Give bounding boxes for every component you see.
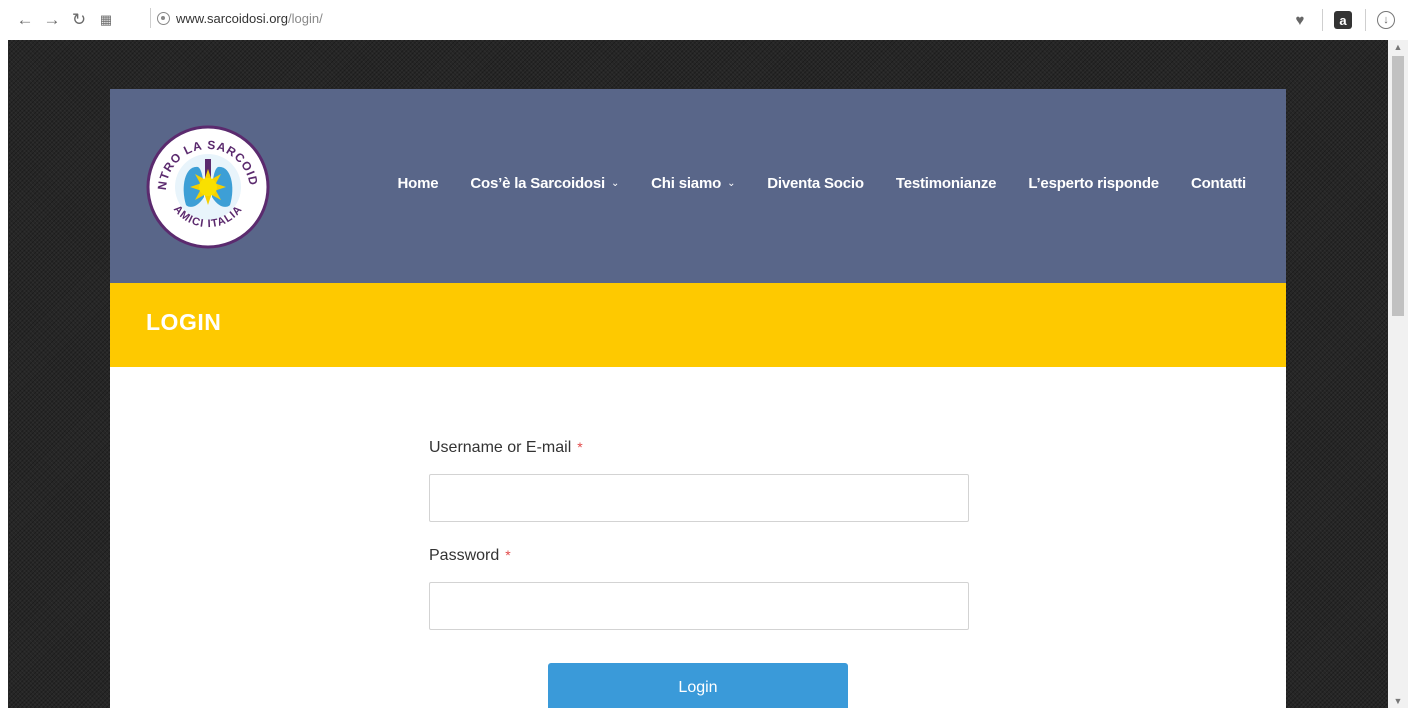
login-button[interactable]: Login (548, 663, 848, 708)
main-navigation: Home Cos’è la Sarcoidosi ⌄ Chi siamo ⌄ Div… (398, 175, 1247, 192)
logo-emblem-icon: CONTRO LA SARCOIDOSI AMICI ITALIA (141, 114, 270, 249)
nav-item-home[interactable]: Home (398, 175, 439, 192)
site-logo[interactable]: CONTRO LA SARCOIDOSI AMICI ITALIA (141, 114, 270, 249)
nav-item-testimonianze[interactable]: Testimonianze (895, 175, 997, 192)
site-header: CONTRO LA SARCOIDOSI AMICI ITALIA Home C… (110, 89, 1286, 283)
extensions-area: ♥ a ↓ (1288, 0, 1408, 40)
nav-item-diventa-socio[interactable]: Diventa Socio (767, 175, 864, 192)
forward-arrow-icon[interactable]: → (41, 9, 63, 31)
login-form: Username or E-mail * Password * (429, 439, 969, 655)
required-asterisk: * (577, 439, 583, 455)
amazon-logo-icon: a (1334, 11, 1352, 29)
username-label-text: Username or E-mail (429, 439, 572, 456)
scroll-down-arrow-icon[interactable]: ▼ (1388, 694, 1408, 708)
reload-icon[interactable]: ↻ (68, 9, 90, 31)
browser-toolbar: ← → ↻ ▦ www.sarcoidosi.org/login/ ♥ a ↓ (0, 0, 1408, 40)
nav-item-label: Diventa Socio (767, 175, 864, 192)
required-asterisk: * (505, 547, 511, 563)
apps-grid-icon[interactable]: ▦ (95, 9, 117, 31)
scroll-up-arrow-icon[interactable]: ▲ (1388, 40, 1408, 54)
nav-item-label: Home (397, 175, 439, 192)
site-container: CONTRO LA SARCOIDOSI AMICI ITALIA Home C… (110, 89, 1286, 708)
download-icon: ↓ (1377, 11, 1395, 29)
nav-item-chi-siamo[interactable]: Chi siamo ⌄ (651, 175, 735, 192)
download-extension-icon[interactable]: ↓ (1374, 8, 1398, 32)
nav-item-label: Contatti (1190, 175, 1246, 192)
scroll-thumb[interactable] (1392, 56, 1404, 316)
page-title: LOGIN (146, 309, 222, 335)
nav-item-label: L’esperto risponde (1028, 175, 1159, 192)
nav-item-cose-la-sarcoidosi[interactable]: Cos’è la Sarcoidosi ⌄ (470, 175, 619, 192)
url-path: /login/ (288, 10, 323, 26)
username-label: Username or E-mail * (429, 439, 969, 457)
address-bar[interactable]: www.sarcoidosi.org/login/ (150, 6, 1280, 30)
password-label: Password * (429, 547, 969, 565)
nav-item-lesperto-risponde[interactable]: L’esperto risponde (1028, 175, 1159, 192)
amazon-extension-icon[interactable]: a (1331, 8, 1355, 32)
extensions-divider-2 (1365, 9, 1366, 31)
pocket-heart-icon[interactable]: ♥ (1288, 8, 1312, 32)
nav-item-contatti[interactable]: Contatti (1191, 175, 1246, 192)
address-divider (150, 8, 151, 28)
page-title-bar: LOGIN (110, 283, 1286, 367)
nav-item-label: Testimonianze (895, 175, 997, 192)
chevron-down-icon: ⌄ (610, 178, 620, 189)
nav-item-label: Chi siamo (651, 175, 722, 192)
nav-item-label: Cos’è la Sarcoidosi (470, 175, 605, 192)
site-info-icon[interactable] (157, 11, 170, 25)
chevron-down-icon: ⌄ (727, 178, 736, 189)
url-host: www.sarcoidosi.org (176, 10, 288, 26)
extensions-divider (1322, 9, 1323, 31)
username-input[interactable] (429, 474, 969, 522)
password-label-text: Password (429, 547, 500, 564)
password-input[interactable] (429, 582, 969, 630)
back-arrow-icon[interactable]: ← (14, 9, 36, 31)
vertical-scrollbar[interactable]: ▲ ▼ (1388, 40, 1408, 708)
